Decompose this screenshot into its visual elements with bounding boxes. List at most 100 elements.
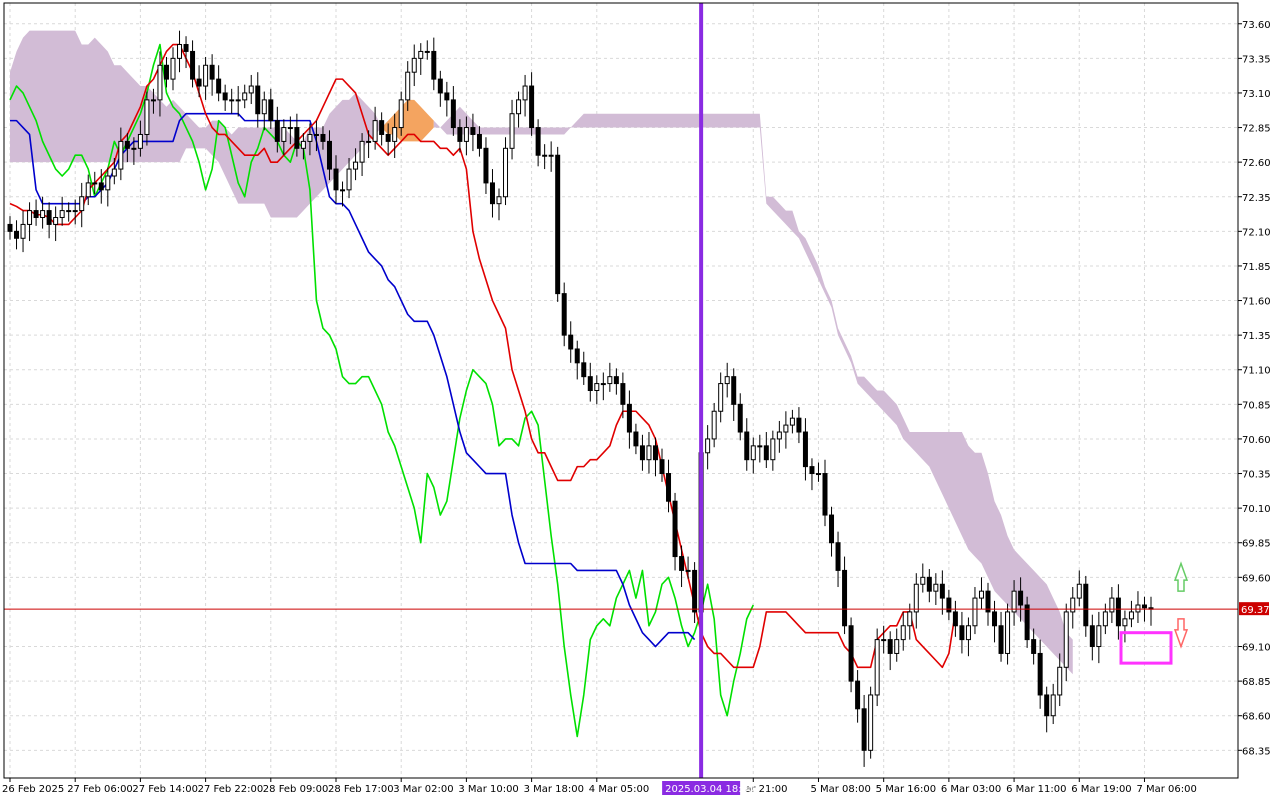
candle-body	[66, 210, 72, 213]
candle-body	[718, 383, 724, 412]
candle	[874, 628, 880, 707]
candle-body	[33, 210, 39, 219]
candle-body	[763, 445, 769, 461]
candle-body	[111, 168, 117, 177]
x-tick-label: 28 Feb 17:00	[328, 784, 394, 795]
y-tick-label: 68.60	[1242, 712, 1271, 723]
candle-body	[516, 99, 522, 115]
candle	[555, 146, 561, 302]
candle-body	[261, 99, 267, 115]
candle-body	[965, 625, 971, 641]
candle-body	[118, 140, 124, 170]
candle-body	[326, 140, 332, 170]
candle-body	[757, 445, 763, 448]
y-tick-label: 69.10	[1242, 643, 1271, 654]
candle-body	[1050, 694, 1056, 717]
candle-body	[1135, 604, 1141, 613]
candle-body	[1057, 666, 1063, 696]
y-tick-label: 70.85	[1242, 400, 1271, 411]
candle-body	[287, 127, 293, 130]
candle-body	[85, 182, 91, 198]
y-tick-label: 72.60	[1242, 158, 1271, 169]
ichimoku-chart: 73.60 73.35 73.10 72.85 72.60 72.35 72.10 71.85…	[0, 0, 1280, 800]
candle-body	[503, 147, 509, 198]
candle-body	[79, 196, 85, 212]
candle-body	[190, 50, 196, 80]
candle-body	[359, 140, 365, 163]
candle-body	[887, 639, 893, 654]
candle-body	[405, 71, 411, 101]
candle-body	[724, 376, 730, 385]
candle-body	[98, 182, 104, 191]
candle-body	[177, 44, 183, 59]
candle-body	[978, 590, 984, 599]
candle-body	[340, 189, 346, 192]
candle-body	[992, 611, 998, 627]
candle-body	[320, 133, 326, 142]
candle-body	[20, 223, 26, 239]
y-tick-label: 73.35	[1242, 54, 1271, 65]
current-price-label: 69.37	[1241, 605, 1270, 616]
candle-body	[59, 210, 65, 219]
candle-body	[170, 57, 176, 80]
candle-body	[744, 431, 750, 461]
candle-body	[131, 147, 137, 150]
candle-body	[274, 120, 280, 142]
candle-body	[1089, 625, 1095, 648]
candle-body	[620, 383, 626, 405]
y-tick-label: 68.35	[1242, 746, 1271, 757]
candle-body	[216, 78, 222, 94]
candle-body	[7, 223, 13, 232]
candle-body	[874, 639, 880, 696]
y-tick-label: 71.10	[1242, 366, 1271, 377]
candle-body	[392, 127, 398, 142]
candle-body	[372, 120, 378, 142]
candle-body	[1128, 611, 1134, 620]
candle-body	[685, 569, 691, 572]
y-tick-label: 70.35	[1242, 470, 1271, 481]
y-tick-label: 73.10	[1242, 89, 1271, 100]
candle-body	[150, 99, 156, 102]
candle-body	[457, 127, 463, 142]
candle-body	[203, 64, 209, 87]
candle-body	[972, 597, 978, 627]
candle-body	[1044, 694, 1050, 717]
candle-body	[1024, 604, 1030, 641]
candle-body	[183, 44, 189, 52]
candle-body	[822, 473, 828, 516]
candle-body	[496, 196, 502, 205]
candle-body	[561, 293, 567, 336]
y-tick-label: 73.60	[1242, 20, 1271, 31]
candle-body	[535, 127, 541, 156]
candle-body	[14, 230, 20, 239]
candle-body	[998, 625, 1004, 654]
candle-body	[652, 445, 658, 461]
candle-body	[789, 417, 795, 426]
candle-body	[385, 133, 391, 142]
candle-body	[229, 99, 235, 102]
candle-body	[835, 542, 841, 571]
candle-body	[1063, 611, 1069, 668]
candle-body	[242, 92, 248, 101]
x-tick-label: 5 Mar 16:00	[876, 784, 936, 795]
candle-body	[594, 383, 600, 391]
candle-body	[1096, 625, 1102, 648]
candle-body	[379, 120, 385, 135]
candle-body	[607, 376, 613, 385]
candle-body	[235, 99, 241, 102]
candle-body	[509, 113, 515, 149]
candle-body	[861, 708, 867, 751]
candle-body	[281, 127, 287, 142]
candle-body	[1076, 583, 1082, 599]
candle-body	[711, 410, 717, 440]
candle-body	[307, 133, 313, 142]
candle-body	[855, 680, 861, 710]
candle-body	[353, 161, 359, 170]
x-tick-label: 6 Mar 19:00	[1071, 784, 1131, 795]
x-tick-label: 27 Feb 22:00	[198, 784, 264, 795]
candle-body	[366, 140, 372, 143]
candle-body	[581, 362, 587, 378]
candle-body	[424, 50, 430, 53]
x-tick-label: 3 Mar 10:00	[458, 784, 518, 795]
y-tick-label: 69.60	[1242, 573, 1271, 584]
